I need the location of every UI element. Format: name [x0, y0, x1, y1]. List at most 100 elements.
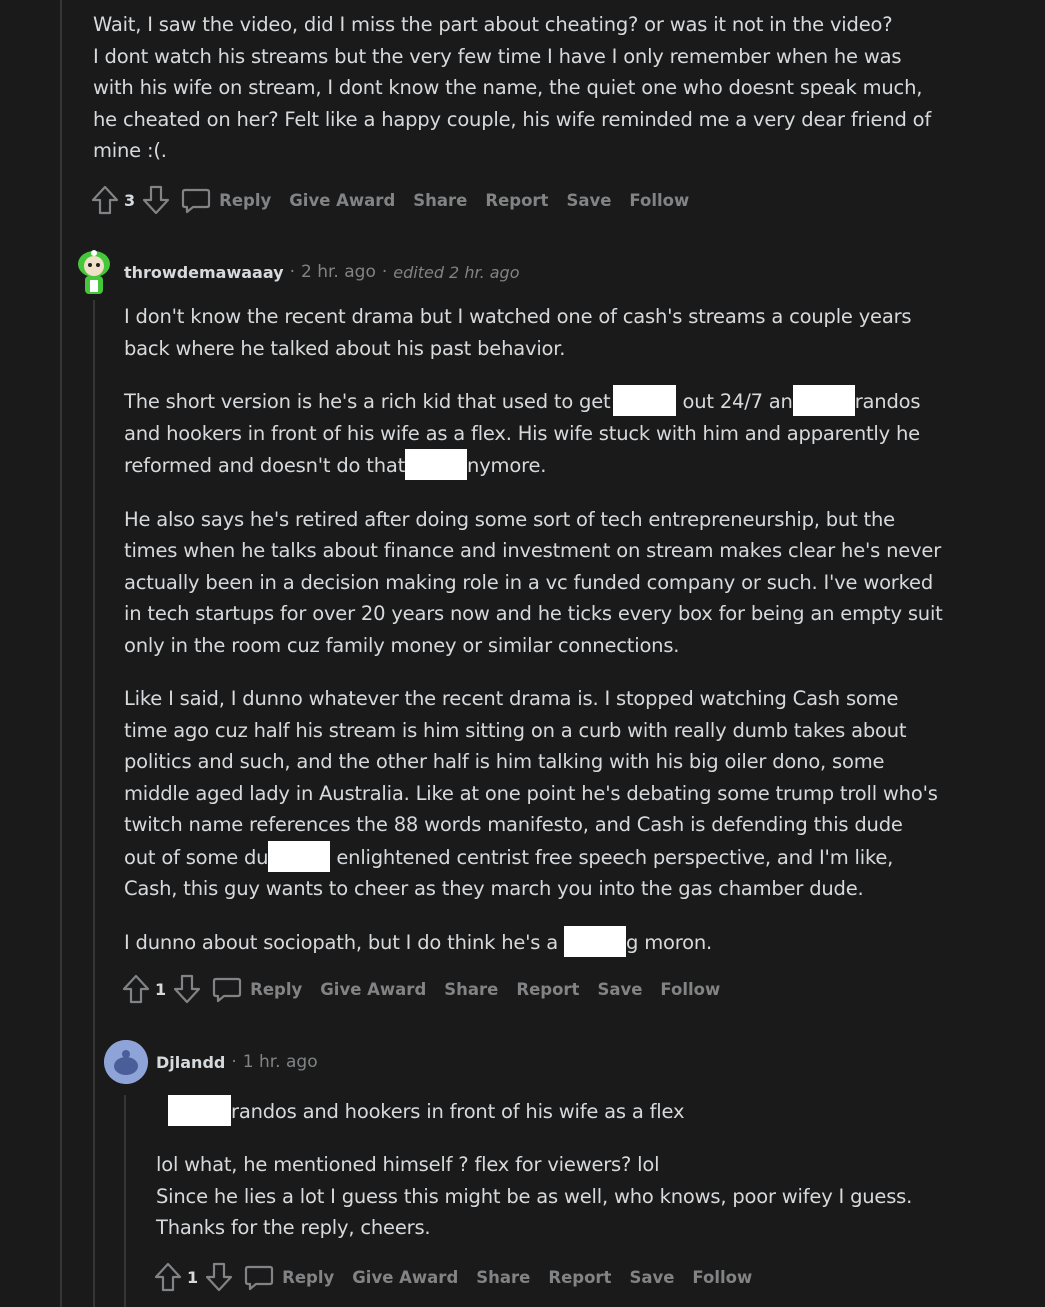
comment-text-line: Thanks for the reply, cheers.: [156, 1216, 431, 1239]
comment-text-line: and hookers in front of his wife as a fl…: [124, 421, 920, 445]
text-span: nymore.: [467, 454, 547, 477]
downvote-icon[interactable]: [172, 974, 202, 1004]
thread-line-comment3[interactable]: [124, 1095, 126, 1307]
comment-meta: Djlandd · 1 hr. ago: [156, 1052, 318, 1072]
report-button[interactable]: Report: [485, 191, 548, 210]
quote-text: randos and hookers in front of his wife …: [231, 1100, 685, 1123]
text-span: enlightened centrist free speech perspec…: [336, 845, 894, 869]
comment-text-line: Wait, I saw the video, did I miss the pa…: [93, 13, 893, 36]
comment-text-line: out of some du enlightened centrist free…: [124, 840, 1004, 874]
comment-text-line: with his wife on stream, I dont know the…: [93, 76, 923, 99]
comment3-actions: 1 Reply Give Award Share Report Save Fol…: [153, 1262, 770, 1292]
comment-text-line: He also says he's retired after doing so…: [124, 507, 895, 531]
avatar[interactable]: [104, 1040, 148, 1084]
comment-text-line: I don't know the recent drama but I watc…: [124, 305, 912, 328]
report-button[interactable]: Report: [548, 1268, 611, 1287]
save-button[interactable]: Save: [566, 191, 611, 210]
comment-text-line: in tech startups for over 20 years now a…: [124, 602, 943, 625]
comment-text-line: actually been in a decision making role …: [124, 570, 933, 594]
vote-score: 1: [155, 979, 167, 999]
share-button[interactable]: Share: [444, 980, 498, 999]
thread-line-outer[interactable]: [60, 0, 62, 1307]
redaction-block: [613, 385, 677, 416]
thread-line-comment2[interactable]: [93, 300, 95, 1307]
redaction-block: [405, 449, 468, 480]
meta-separator: ·: [289, 262, 295, 282]
comment-text-line: middle aged lady in Australia. Like at o…: [124, 781, 938, 805]
follow-button[interactable]: Follow: [660, 980, 720, 999]
redaction-block: [168, 1095, 231, 1126]
give-award-button[interactable]: Give Award: [352, 1268, 458, 1287]
reply-label: Reply: [219, 190, 272, 210]
reply-label: Reply: [250, 979, 303, 999]
redaction-block: [268, 840, 331, 872]
redaction-block: [792, 385, 855, 416]
username[interactable]: Djlandd: [156, 1053, 225, 1072]
comment-text-line: time ago cuz half his stream is him sitt…: [124, 718, 907, 742]
comment-text-line: only in the room cuz family money or sim…: [124, 633, 680, 657]
save-button[interactable]: Save: [597, 980, 642, 999]
redaction-block: [564, 925, 627, 957]
vote-score: 3: [124, 190, 136, 210]
comment2-actions: 1 Reply Give Award Share Report Save Fol…: [121, 974, 738, 1004]
comment-text-line: Like I said, I dunno whatever the recent…: [124, 687, 899, 710]
reply-label: Reply: [282, 1267, 335, 1287]
comment-thread: Wait, I saw the video, did I miss the pa…: [0, 0, 1045, 1307]
follow-button[interactable]: Follow: [629, 191, 689, 210]
comment-text-line: reformed and doesn't do that nymore.: [124, 449, 1004, 482]
text-span: g moron.: [626, 930, 713, 954]
comment-bubble-icon: [182, 188, 211, 214]
downvote-icon[interactable]: [204, 1262, 234, 1292]
reply-button[interactable]: Reply: [212, 974, 302, 1004]
timestamp[interactable]: 1 hr. ago: [243, 1052, 318, 1072]
top-comment-body: Wait, I saw the video, did I miss the pa…: [93, 9, 993, 167]
downvote-icon[interactable]: [141, 185, 171, 215]
share-button[interactable]: Share: [413, 191, 467, 210]
text-span: randos: [854, 390, 921, 413]
give-award-button[interactable]: Give Award: [320, 980, 426, 999]
comment-text-line: politics and such, and the other half is…: [124, 750, 885, 773]
follow-button[interactable]: Follow: [692, 1268, 752, 1287]
avatar[interactable]: [72, 246, 116, 298]
upvote-icon[interactable]: [153, 1262, 183, 1292]
comment-text-line: back where he talked about his past beha…: [124, 336, 566, 360]
quote-line: randos and hookers in front of his wife …: [168, 1095, 988, 1128]
comment-text-line: he cheated on her? Felt like a happy cou…: [93, 107, 932, 131]
upvote-icon[interactable]: [121, 974, 151, 1004]
meta-separator: ·: [231, 1052, 237, 1072]
upvote-icon[interactable]: [90, 185, 120, 215]
share-button[interactable]: Share: [476, 1268, 530, 1287]
comment-text-line: lol what, he mentioned himself ? flex fo…: [156, 1153, 660, 1176]
comment-meta: throwdemawaaay · 2 hr. ago · edited 2 hr…: [124, 262, 520, 282]
comment-text-line: mine :(.: [93, 139, 167, 162]
edited-timestamp: edited 2 hr. ago: [393, 262, 520, 282]
comment-text-line: twitch name references the 88 words mani…: [124, 813, 903, 836]
save-button[interactable]: Save: [629, 1268, 674, 1287]
comment-text-line: I dunno about sociopath, but I do think …: [124, 925, 1004, 959]
give-award-button[interactable]: Give Award: [289, 191, 395, 210]
text-span: reformed and doesn't do that: [124, 454, 406, 477]
vote-score: 1: [187, 1267, 199, 1287]
timestamp[interactable]: 2 hr. ago: [301, 262, 376, 282]
text-span: out 24/7 an: [682, 390, 793, 413]
text-span: The short version is he's a rich kid tha…: [124, 390, 611, 413]
comment-text-line: Since he lies a lot I guess this might b…: [156, 1184, 913, 1208]
top-comment-actions: 3 Reply Give Award Share Report Save Fol…: [90, 185, 707, 215]
comment-bubble-icon: [213, 977, 242, 1003]
comment-bubble-icon: [245, 1265, 274, 1291]
comment-text-line: The short version is he's a rich kid tha…: [124, 385, 1004, 418]
meta-separator: ·: [381, 262, 388, 282]
username[interactable]: throwdemawaaay: [124, 263, 284, 282]
reply-button[interactable]: Reply: [181, 185, 271, 215]
report-button[interactable]: Report: [516, 980, 579, 999]
comment3-body: lol what, he mentioned himself ? flex fo…: [156, 1149, 1016, 1244]
reply-button[interactable]: Reply: [244, 1262, 334, 1292]
comment3-quote: randos and hookers in front of his wife …: [168, 1095, 988, 1128]
comment-text-line: times when he talks about finance and in…: [124, 539, 942, 562]
comment-text-line: I dont watch his streams but the very fe…: [93, 44, 902, 68]
text-span: out of some du: [124, 845, 269, 869]
text-span: I dunno about sociopath, but I do think …: [124, 930, 559, 954]
